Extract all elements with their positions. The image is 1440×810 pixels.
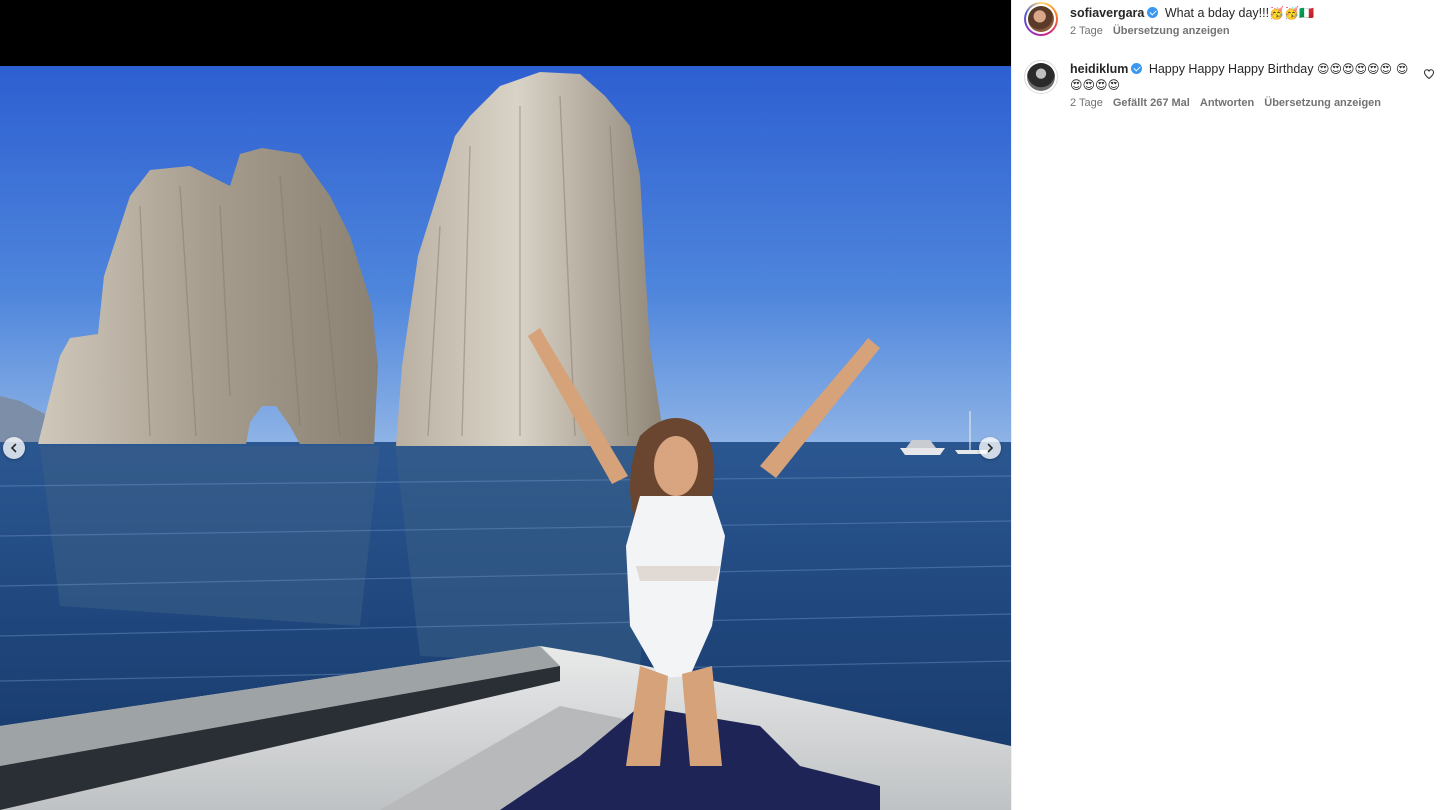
chevron-left-icon xyxy=(10,443,17,453)
verified-badge-icon xyxy=(1147,7,1159,18)
comment-time[interactable]: 2 Tage xyxy=(1070,97,1103,109)
avatar[interactable] xyxy=(1024,60,1058,94)
photo-illustration xyxy=(0,66,1011,810)
like-count[interactable]: Gefällt 267 Mal xyxy=(1113,97,1190,109)
avatar[interactable] xyxy=(1024,2,1058,36)
chevron-right-icon xyxy=(987,443,994,453)
comment-meta: 2 Tage Gefällt 267 Mal Antworten Überset… xyxy=(1070,97,1415,109)
comment-time[interactable]: 2 Tage xyxy=(1070,25,1103,37)
post-photo[interactable] xyxy=(0,66,1011,810)
carousel-next-button[interactable] xyxy=(979,437,1001,459)
verified-badge-icon xyxy=(1131,63,1143,74)
username[interactable]: heidiklum xyxy=(1070,62,1128,76)
carousel-prev-button[interactable] xyxy=(3,437,25,459)
reply-button[interactable]: Antworten xyxy=(1200,97,1254,109)
translate-link[interactable]: Übersetzung anzeigen xyxy=(1113,25,1230,37)
post-media-viewer xyxy=(0,0,1011,810)
username[interactable]: sofiavergara xyxy=(1070,6,1144,20)
avatar-image xyxy=(1027,63,1055,91)
comment-text: What a bday day!!! xyxy=(1164,6,1270,20)
comment-text: Happy Happy Happy Birthday xyxy=(1148,62,1314,76)
comment-meta: 2 Tage Übersetzung anzeigen xyxy=(1070,25,1415,37)
translate-link[interactable]: Übersetzung anzeigen xyxy=(1264,97,1381,109)
heart-outline-icon[interactable] xyxy=(1423,68,1435,80)
comment-emoji: 🥳🥳🇮🇹 xyxy=(1269,6,1314,20)
avatar-image xyxy=(1028,6,1054,32)
comments-panel: sofiavergara What a bday day!!!🥳🥳🇮🇹 2 Ta… xyxy=(1011,0,1440,810)
